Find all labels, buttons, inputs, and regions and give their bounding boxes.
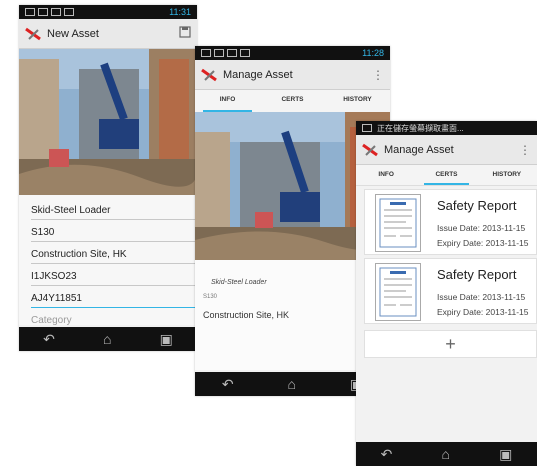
tab-bar: INFO CERTS HISTORY [195,90,390,113]
page-title: Manage Asset [384,143,454,156]
page-title: New Asset [47,27,99,40]
page-title: Manage Asset [223,68,293,81]
phone-new-asset: 11:31 New Asset Skid-Steel Loader S130 C… [19,5,197,351]
status-time: 11:28 [362,48,384,58]
asset-photo[interactable] [19,49,197,195]
save-icon[interactable] [179,26,191,41]
cert-expiry-date: Expiry Date: 2013-11-15 [437,307,529,317]
action-bar: Manage Asset ⋮ [195,60,390,90]
app-logo-icon[interactable] [362,143,378,157]
asset-name-field[interactable]: Skid-Steel Loader [31,205,197,220]
back-icon[interactable]: ↶ [43,331,55,348]
app-logo-icon[interactable] [201,68,217,82]
nav-bar: ↶ ⌂ ▣ [356,442,537,466]
nav-bar: ↶ ⌂ ▣ [19,327,197,351]
phone-manage-asset-certs: 正在儲存螢幕擷取畫面... Manage Asset ⋮ INFO CERTS … [356,121,537,466]
status-time: 11:31 [169,7,191,17]
home-icon[interactable]: ⌂ [103,331,111,347]
cert-card[interactable]: Safety Report Issue Date: 2013-11-15 Exp… [364,258,537,324]
asset-location-text: Construction Site, HK [203,310,290,320]
notification-icons [201,49,250,57]
overflow-menu-icon[interactable]: ⋮ [519,143,531,157]
cert-card[interactable]: Safety Report Issue Date: 2013-11-15 Exp… [364,189,537,255]
back-icon[interactable]: ↶ [222,376,234,393]
cert-expiry-date: Expiry Date: 2013-11-15 [437,238,529,248]
recents-icon[interactable]: ▣ [499,446,512,463]
asset-name-text: Skid-Steel Loader [211,279,267,286]
overflow-menu-icon[interactable]: ⋮ [372,68,384,82]
add-icon: + [445,334,456,354]
add-cert-button[interactable]: + [364,330,537,358]
home-icon[interactable]: ⌂ [442,446,450,462]
certificate-thumbnail-icon [375,194,421,252]
app-logo-icon[interactable] [25,27,41,41]
asset-code-field[interactable]: I1JKSO23 [31,271,197,286]
notification-icons [25,8,74,16]
certificate-thumbnail-icon [375,263,421,321]
tab-bar: INFO CERTS HISTORY [356,165,537,186]
cert-title: Safety Report [437,198,517,213]
status-bar: 11:28 [195,46,390,60]
action-bar: New Asset [19,19,197,49]
cert-title: Safety Report [437,267,517,282]
tab-history[interactable]: HISTORY [325,90,390,112]
asset-model-text: S130 [203,294,218,300]
home-icon[interactable]: ⌂ [288,376,296,392]
tab-info[interactable]: INFO [195,90,260,112]
cert-issue-date: Issue Date: 2013-11-15 [437,223,526,233]
status-bar: 正在儲存螢幕擷取畫面... [356,121,537,135]
status-message: 正在儲存螢幕擷取畫面... [377,123,464,133]
asset-location-field[interactable]: Construction Site, HK [31,249,197,264]
notification-icons [362,124,372,132]
tab-certs[interactable]: CERTS [416,165,476,185]
recents-icon[interactable]: ▣ [160,331,173,348]
status-bar: 11:31 [19,5,197,19]
tab-info[interactable]: INFO [356,165,416,185]
tab-history[interactable]: HISTORY [477,165,537,185]
cert-issue-date: Issue Date: 2013-11-15 [437,292,526,302]
tab-certs[interactable]: CERTS [260,90,325,112]
action-bar: Manage Asset ⋮ [356,135,537,165]
serial-number-field[interactable]: AJ4Y11851 [31,293,197,308]
asset-model-field[interactable]: S130 [31,227,197,242]
back-icon[interactable]: ↶ [381,446,393,463]
